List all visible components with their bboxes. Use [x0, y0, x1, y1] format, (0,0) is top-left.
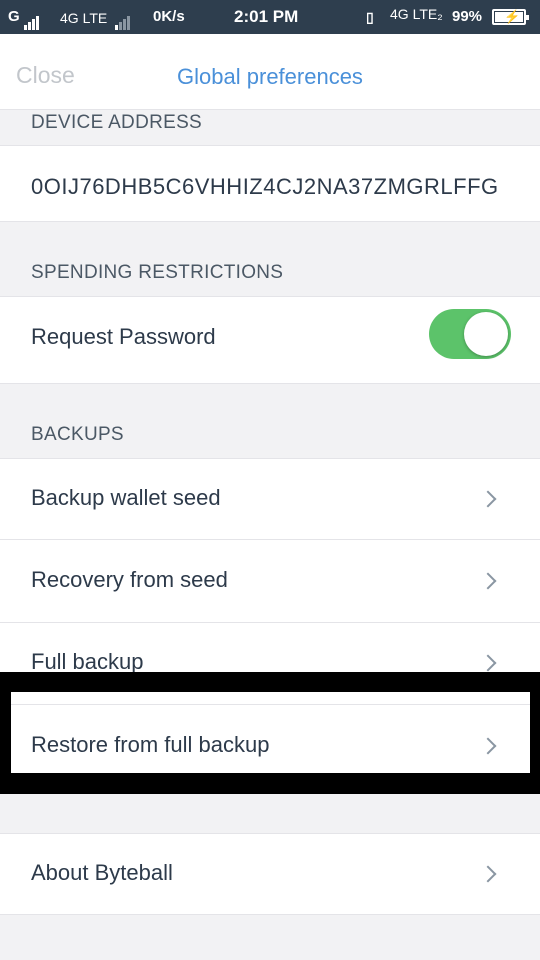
clock: 2:01 PM [234, 7, 299, 26]
network-label: 4G LTE [60, 10, 108, 26]
vibrate-icon: ▯ [366, 9, 374, 25]
battery-icon: ⚡ [492, 9, 529, 25]
restore-from-full-backup-row[interactable]: Restore from full backup [11, 692, 530, 773]
about-label: About Byteball [31, 860, 173, 885]
toggle-knob [464, 312, 508, 356]
network-2-label: 4G LTE₂ [390, 6, 443, 22]
chevron-right-icon [479, 737, 497, 755]
request-password-label: Request Password [31, 324, 216, 349]
section-title-spending-restrictions: SPENDING RESTRICTIONS [31, 262, 284, 283]
network-speed: 0K/s [153, 8, 185, 25]
signal-2-icon [115, 10, 131, 30]
device-address-card: 0OIJ76DHB5C6VHHIZ4CJ2NA37ZMGRLFFG [0, 145, 540, 222]
page-title: Global preferences [177, 64, 363, 89]
chevron-right-icon [479, 865, 497, 883]
section-title-backups: BACKUPS [31, 424, 124, 445]
section-title-device-address: DEVICE ADDRESS [31, 112, 203, 133]
signal-icon [24, 10, 40, 30]
divider [11, 704, 530, 705]
carrier-label: G [8, 8, 20, 25]
chevron-right-icon [479, 572, 497, 590]
backup-wallet-seed-label: Backup wallet seed [31, 485, 221, 510]
recovery-from-seed-row[interactable]: Recovery from seed [0, 540, 540, 623]
restore-from-full-backup-label: Restore from full backup [31, 732, 270, 757]
battery-percent: 99% [452, 8, 483, 25]
about-row[interactable]: About Byteball [0, 833, 540, 915]
backup-wallet-seed-row[interactable]: Backup wallet seed [0, 458, 540, 540]
highlight-overlay: Restore from full backup [0, 672, 540, 794]
request-password-row: Request Password [0, 296, 540, 384]
request-password-toggle[interactable] [429, 309, 511, 359]
nav-header: Close Global preferences [0, 34, 540, 110]
chevron-right-icon [479, 654, 497, 672]
chevron-right-icon [479, 490, 497, 508]
device-address-value: 0OIJ76DHB5C6VHHIZ4CJ2NA37ZMGRLFFG [31, 174, 499, 199]
recovery-from-seed-label: Recovery from seed [31, 567, 228, 592]
status-bar: G 4G LTE 0K/s 2:01 PM ▯ 4G LTE₂ 99% ⚡ [0, 0, 540, 34]
